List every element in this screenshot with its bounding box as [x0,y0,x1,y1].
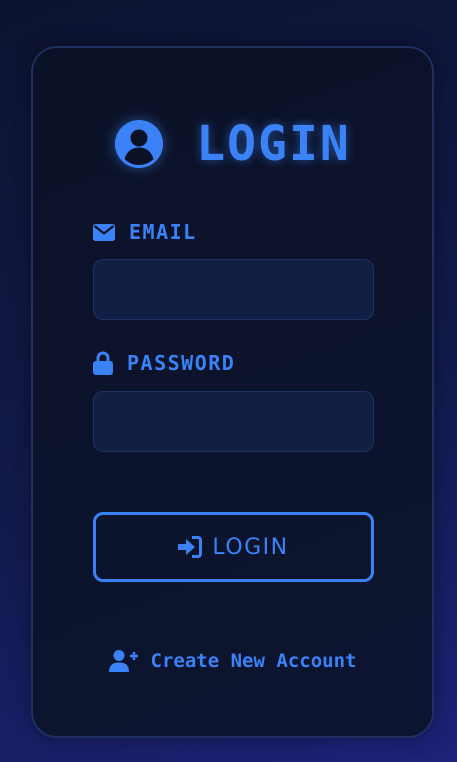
password-field[interactable] [93,391,374,452]
sign-in-icon [178,536,203,558]
password-label: PASSWORD [93,351,235,375]
login-button-label: LOGIN [212,534,289,560]
login-card: LOGIN EMAIL PASSWORD LOGIN Create New Ac… [31,46,434,738]
user-circle-icon [115,120,164,168]
envelope-icon [93,223,115,241]
password-label-text: PASSWORD [127,351,236,375]
email-field[interactable] [93,259,374,320]
page-title: LOGIN [196,116,351,172]
create-account-link[interactable]: Create New Account [33,650,432,672]
title-row: LOGIN [33,116,432,172]
email-label: EMAIL [93,220,197,244]
email-label-text: EMAIL [129,220,197,244]
lock-icon [93,351,113,375]
login-button[interactable]: LOGIN [93,512,374,582]
user-plus-icon [108,650,138,672]
create-account-label: Create New Account [150,650,357,672]
